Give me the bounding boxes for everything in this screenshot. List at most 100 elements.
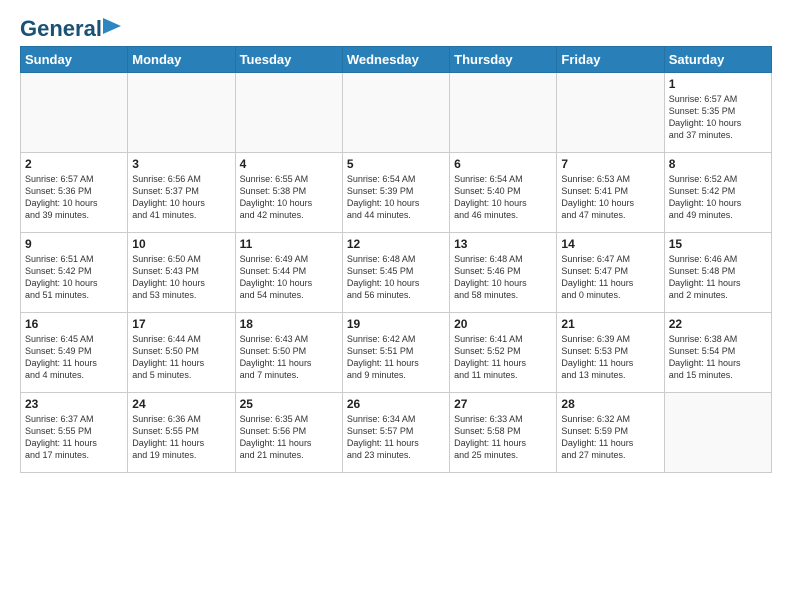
day-info: Sunrise: 6:55 AM Sunset: 5:38 PM Dayligh…	[240, 173, 338, 222]
calendar-cell: 10 Sunrise: 6:50 AM Sunset: 5:43 PM Dayli…	[128, 233, 235, 313]
day-info: Sunrise: 6:43 AM Sunset: 5:50 PM Dayligh…	[240, 333, 338, 382]
day-number: 13	[454, 237, 552, 251]
weekday-header-sunday: Sunday	[21, 47, 128, 73]
day-number: 22	[669, 317, 767, 331]
day-info: Sunrise: 6:48 AM Sunset: 5:45 PM Dayligh…	[347, 253, 445, 302]
calendar-cell: 15 Sunrise: 6:46 AM Sunset: 5:48 PM Dayli…	[664, 233, 771, 313]
day-info: Sunrise: 6:35 AM Sunset: 5:56 PM Dayligh…	[240, 413, 338, 462]
calendar-cell: 2Sunrise: 6:57 AM Sunset: 5:36 PM Daylig…	[21, 153, 128, 233]
day-number: 1	[669, 77, 767, 91]
calendar-cell	[21, 73, 128, 153]
calendar-table: SundayMondayTuesdayWednesdayThursdayFrid…	[20, 46, 772, 473]
weekday-header-wednesday: Wednesday	[342, 47, 449, 73]
day-number: 3	[132, 157, 230, 171]
day-info: Sunrise: 6:36 AM Sunset: 5:55 PM Dayligh…	[132, 413, 230, 462]
day-info: Sunrise: 6:56 AM Sunset: 5:37 PM Dayligh…	[132, 173, 230, 222]
calendar-cell: 25 Sunrise: 6:35 AM Sunset: 5:56 PM Dayli…	[235, 393, 342, 473]
calendar-cell	[235, 73, 342, 153]
calendar-cell: 26 Sunrise: 6:34 AM Sunset: 5:57 PM Dayli…	[342, 393, 449, 473]
calendar-cell: 13 Sunrise: 6:48 AM Sunset: 5:46 PM Dayli…	[450, 233, 557, 313]
day-info: Sunrise: 6:47 AM Sunset: 5:47 PM Dayligh…	[561, 253, 659, 302]
calendar-cell: 11 Sunrise: 6:49 AM Sunset: 5:44 PM Dayli…	[235, 233, 342, 313]
calendar-cell: 3 Sunrise: 6:56 AM Sunset: 5:37 PM Daylig…	[128, 153, 235, 233]
day-number: 17	[132, 317, 230, 331]
weekday-header-thursday: Thursday	[450, 47, 557, 73]
day-info: Sunrise: 6:50 AM Sunset: 5:43 PM Dayligh…	[132, 253, 230, 302]
day-info: Sunrise: 6:52 AM Sunset: 5:42 PM Dayligh…	[669, 173, 767, 222]
day-number: 27	[454, 397, 552, 411]
calendar-cell: 27 Sunrise: 6:33 AM Sunset: 5:58 PM Dayli…	[450, 393, 557, 473]
day-info: Sunrise: 6:53 AM Sunset: 5:41 PM Dayligh…	[561, 173, 659, 222]
logo-general: General	[20, 16, 102, 42]
day-number: 4	[240, 157, 338, 171]
logo: General	[20, 16, 121, 38]
weekday-header-row: SundayMondayTuesdayWednesdayThursdayFrid…	[21, 47, 772, 73]
week-row-4: 16 Sunrise: 6:45 AM Sunset: 5:49 PM Dayli…	[21, 313, 772, 393]
calendar-cell: 18 Sunrise: 6:43 AM Sunset: 5:50 PM Dayli…	[235, 313, 342, 393]
day-info: Sunrise: 6:51 AM Sunset: 5:42 PM Dayligh…	[25, 253, 123, 302]
day-info: Sunrise: 6:44 AM Sunset: 5:50 PM Dayligh…	[132, 333, 230, 382]
day-info: Sunrise: 6:42 AM Sunset: 5:51 PM Dayligh…	[347, 333, 445, 382]
calendar-cell	[557, 73, 664, 153]
week-row-2: 2Sunrise: 6:57 AM Sunset: 5:36 PM Daylig…	[21, 153, 772, 233]
calendar-cell: 16 Sunrise: 6:45 AM Sunset: 5:49 PM Dayli…	[21, 313, 128, 393]
day-number: 21	[561, 317, 659, 331]
day-number: 18	[240, 317, 338, 331]
calendar-cell: 20Sunrise: 6:41 AM Sunset: 5:52 PM Dayli…	[450, 313, 557, 393]
calendar-cell: 21 Sunrise: 6:39 AM Sunset: 5:53 PM Dayli…	[557, 313, 664, 393]
day-info: Sunrise: 6:45 AM Sunset: 5:49 PM Dayligh…	[25, 333, 123, 382]
day-info: Sunrise: 6:54 AM Sunset: 5:39 PM Dayligh…	[347, 173, 445, 222]
day-info: Sunrise: 6:46 AM Sunset: 5:48 PM Dayligh…	[669, 253, 767, 302]
day-info: Sunrise: 6:34 AM Sunset: 5:57 PM Dayligh…	[347, 413, 445, 462]
day-number: 28	[561, 397, 659, 411]
day-info: Sunrise: 6:48 AM Sunset: 5:46 PM Dayligh…	[454, 253, 552, 302]
calendar-cell: 5 Sunrise: 6:54 AM Sunset: 5:39 PM Daylig…	[342, 153, 449, 233]
day-number: 16	[25, 317, 123, 331]
weekday-header-tuesday: Tuesday	[235, 47, 342, 73]
day-number: 10	[132, 237, 230, 251]
day-info: Sunrise: 6:39 AM Sunset: 5:53 PM Dayligh…	[561, 333, 659, 382]
day-info: Sunrise: 6:57 AM Sunset: 5:35 PM Dayligh…	[669, 93, 767, 142]
calendar-cell: 22 Sunrise: 6:38 AM Sunset: 5:54 PM Dayli…	[664, 313, 771, 393]
day-number: 14	[561, 237, 659, 251]
day-number: 6	[454, 157, 552, 171]
calendar-cell: 8 Sunrise: 6:52 AM Sunset: 5:42 PM Daylig…	[664, 153, 771, 233]
day-info: Sunrise: 6:49 AM Sunset: 5:44 PM Dayligh…	[240, 253, 338, 302]
day-info: Sunrise: 6:57 AM Sunset: 5:36 PM Dayligh…	[25, 173, 123, 222]
day-info: Sunrise: 6:38 AM Sunset: 5:54 PM Dayligh…	[669, 333, 767, 382]
calendar-cell	[342, 73, 449, 153]
header: General	[20, 16, 772, 38]
calendar-cell	[664, 393, 771, 473]
day-info: Sunrise: 6:33 AM Sunset: 5:58 PM Dayligh…	[454, 413, 552, 462]
calendar-cell	[450, 73, 557, 153]
calendar-cell: 6 Sunrise: 6:54 AM Sunset: 5:40 PM Daylig…	[450, 153, 557, 233]
day-number: 5	[347, 157, 445, 171]
calendar-cell: 7Sunrise: 6:53 AM Sunset: 5:41 PM Daylig…	[557, 153, 664, 233]
calendar-cell	[128, 73, 235, 153]
day-info: Sunrise: 6:54 AM Sunset: 5:40 PM Dayligh…	[454, 173, 552, 222]
day-number: 19	[347, 317, 445, 331]
calendar-cell: 19 Sunrise: 6:42 AM Sunset: 5:51 PM Dayli…	[342, 313, 449, 393]
day-number: 24	[132, 397, 230, 411]
logo-flag-icon	[103, 18, 121, 36]
day-number: 25	[240, 397, 338, 411]
day-number: 26	[347, 397, 445, 411]
day-number: 15	[669, 237, 767, 251]
calendar-cell: 9Sunrise: 6:51 AM Sunset: 5:42 PM Daylig…	[21, 233, 128, 313]
page: General SundayMondayTuesdayWednesdayThur…	[0, 0, 792, 483]
day-number: 8	[669, 157, 767, 171]
weekday-header-saturday: Saturday	[664, 47, 771, 73]
day-info: Sunrise: 6:37 AM Sunset: 5:55 PM Dayligh…	[25, 413, 123, 462]
day-number: 12	[347, 237, 445, 251]
calendar-cell: 28 Sunrise: 6:32 AM Sunset: 5:59 PM Dayli…	[557, 393, 664, 473]
calendar-cell: 1 Sunrise: 6:57 AM Sunset: 5:35 PM Daylig…	[664, 73, 771, 153]
calendar-cell: 24 Sunrise: 6:36 AM Sunset: 5:55 PM Dayli…	[128, 393, 235, 473]
week-row-5: 23 Sunrise: 6:37 AM Sunset: 5:55 PM Dayli…	[21, 393, 772, 473]
day-info: Sunrise: 6:32 AM Sunset: 5:59 PM Dayligh…	[561, 413, 659, 462]
calendar-cell: 12 Sunrise: 6:48 AM Sunset: 5:45 PM Dayli…	[342, 233, 449, 313]
day-number: 23	[25, 397, 123, 411]
weekday-header-friday: Friday	[557, 47, 664, 73]
day-number: 20	[454, 317, 552, 331]
day-number: 11	[240, 237, 338, 251]
calendar-cell: 4 Sunrise: 6:55 AM Sunset: 5:38 PM Daylig…	[235, 153, 342, 233]
